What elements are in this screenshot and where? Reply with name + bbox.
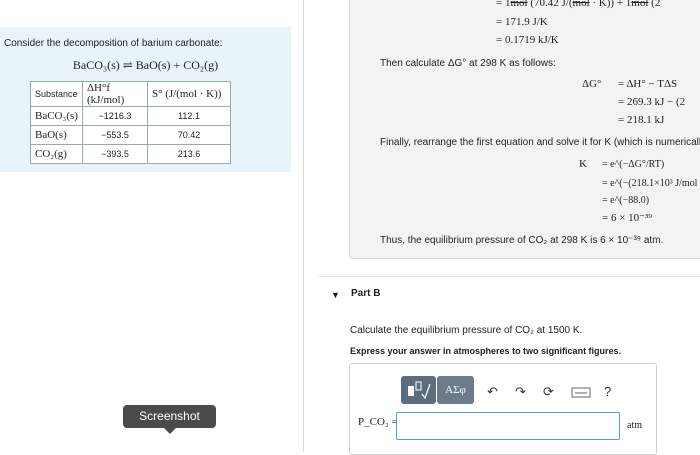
cell-substance: CO₂(g) — [30, 144, 83, 164]
answer-input[interactable] — [396, 412, 620, 440]
solution-then-text: Then calculate ΔG° at 298 K as follows: — [380, 58, 556, 69]
cell-dhf: −1216.3 — [81, 106, 148, 126]
cell-entropy: 70.42 — [146, 125, 231, 145]
k-line-1: = e^(−ΔG°/RT) — [602, 159, 665, 170]
solution-line-2: = 171.9 J/K — [496, 16, 548, 28]
solution-line-1: = 1mol (70.42 J/(mol · K)) + 1mol (2 — [496, 0, 661, 9]
dg-line-1: = ΔH° − TΔS — [618, 78, 678, 90]
k-lhs: K — [579, 158, 587, 170]
header-substance: Substance — [30, 81, 83, 107]
problem-intro: Consider the decomposition of barium car… — [4, 38, 223, 49]
dg-line-3: = 218.1 kJ — [618, 114, 665, 126]
cell-substance: BaCO₃(s) — [30, 106, 83, 126]
header-dhf: ΔH°f (kJ/mol) — [81, 81, 148, 107]
table-row: BaO(s) −553.5 70.42 — [30, 125, 231, 145]
solution-thus-text: Thus, the equilibrium pressure of CO₂ at… — [380, 235, 664, 246]
redo-icon[interactable]: ↷ — [515, 384, 526, 400]
answer-unit: atm — [627, 420, 642, 431]
reaction-equation: BaCO₃(s) ⇌ BaO(s) + CO₂(g) — [72, 58, 219, 72]
table-row: CO₂(g) −393.5 213.6 — [30, 144, 231, 164]
templates-button[interactable] — [401, 376, 436, 404]
k-line-2: = e^(−(218.1×10³ J/mol — [602, 178, 698, 189]
header-entropy: S° (J/(mol · K)) — [146, 81, 231, 107]
k-line-4: = 6 × 10⁻³⁹ — [602, 212, 653, 224]
thermo-data-table: Substance ΔH°f (kJ/mol) S° (J/(mol · K))… — [30, 81, 231, 164]
k-line-3: = e^(−88.0) — [602, 195, 650, 206]
reset-icon[interactable]: ⟳ — [543, 384, 554, 400]
screenshot-tooltip[interactable]: Screenshot — [123, 405, 216, 428]
cell-entropy: 112.1 — [146, 106, 231, 126]
cell-substance: BaO(s) — [30, 125, 83, 145]
answer-box — [349, 363, 657, 455]
solution-finally-text: Finally, rearrange the first equation an… — [380, 137, 700, 148]
dg-lhs: ΔG° — [582, 78, 602, 90]
part-b-prompt: Calculate the equilibrium pressure of CO… — [350, 325, 583, 336]
tooltip-arrow — [164, 428, 176, 434]
greek-symbols-button[interactable]: AΣφ — [437, 376, 474, 404]
dg-line-2: = 269.3 kJ − (2 — [618, 96, 686, 108]
cell-dhf: −393.5 — [81, 144, 148, 164]
keyboard-icon[interactable] — [571, 386, 593, 401]
undo-icon[interactable]: ↶ — [487, 384, 498, 400]
help-button[interactable]: ? — [604, 384, 611, 399]
part-b-instruction: Express your answer in atmospheres to tw… — [350, 346, 622, 356]
part-b-separator — [319, 276, 700, 277]
template-icon — [408, 381, 431, 400]
table-row: BaCO₃(s) −1216.3 112.1 — [30, 106, 231, 126]
part-b-title[interactable]: Part B — [351, 288, 380, 299]
cell-dhf: −553.5 — [81, 125, 148, 145]
answer-label: P_CO₂ = — [358, 416, 398, 428]
cell-entropy: 213.6 — [146, 144, 231, 164]
solution-line-3: = 0.1719 kJ/K — [496, 34, 559, 46]
table-header-row: Substance ΔH°f (kJ/mol) S° (J/(mol · K)) — [30, 81, 231, 107]
caret-down-icon[interactable]: ▼ — [331, 290, 340, 300]
panel-divider — [303, 0, 304, 452]
